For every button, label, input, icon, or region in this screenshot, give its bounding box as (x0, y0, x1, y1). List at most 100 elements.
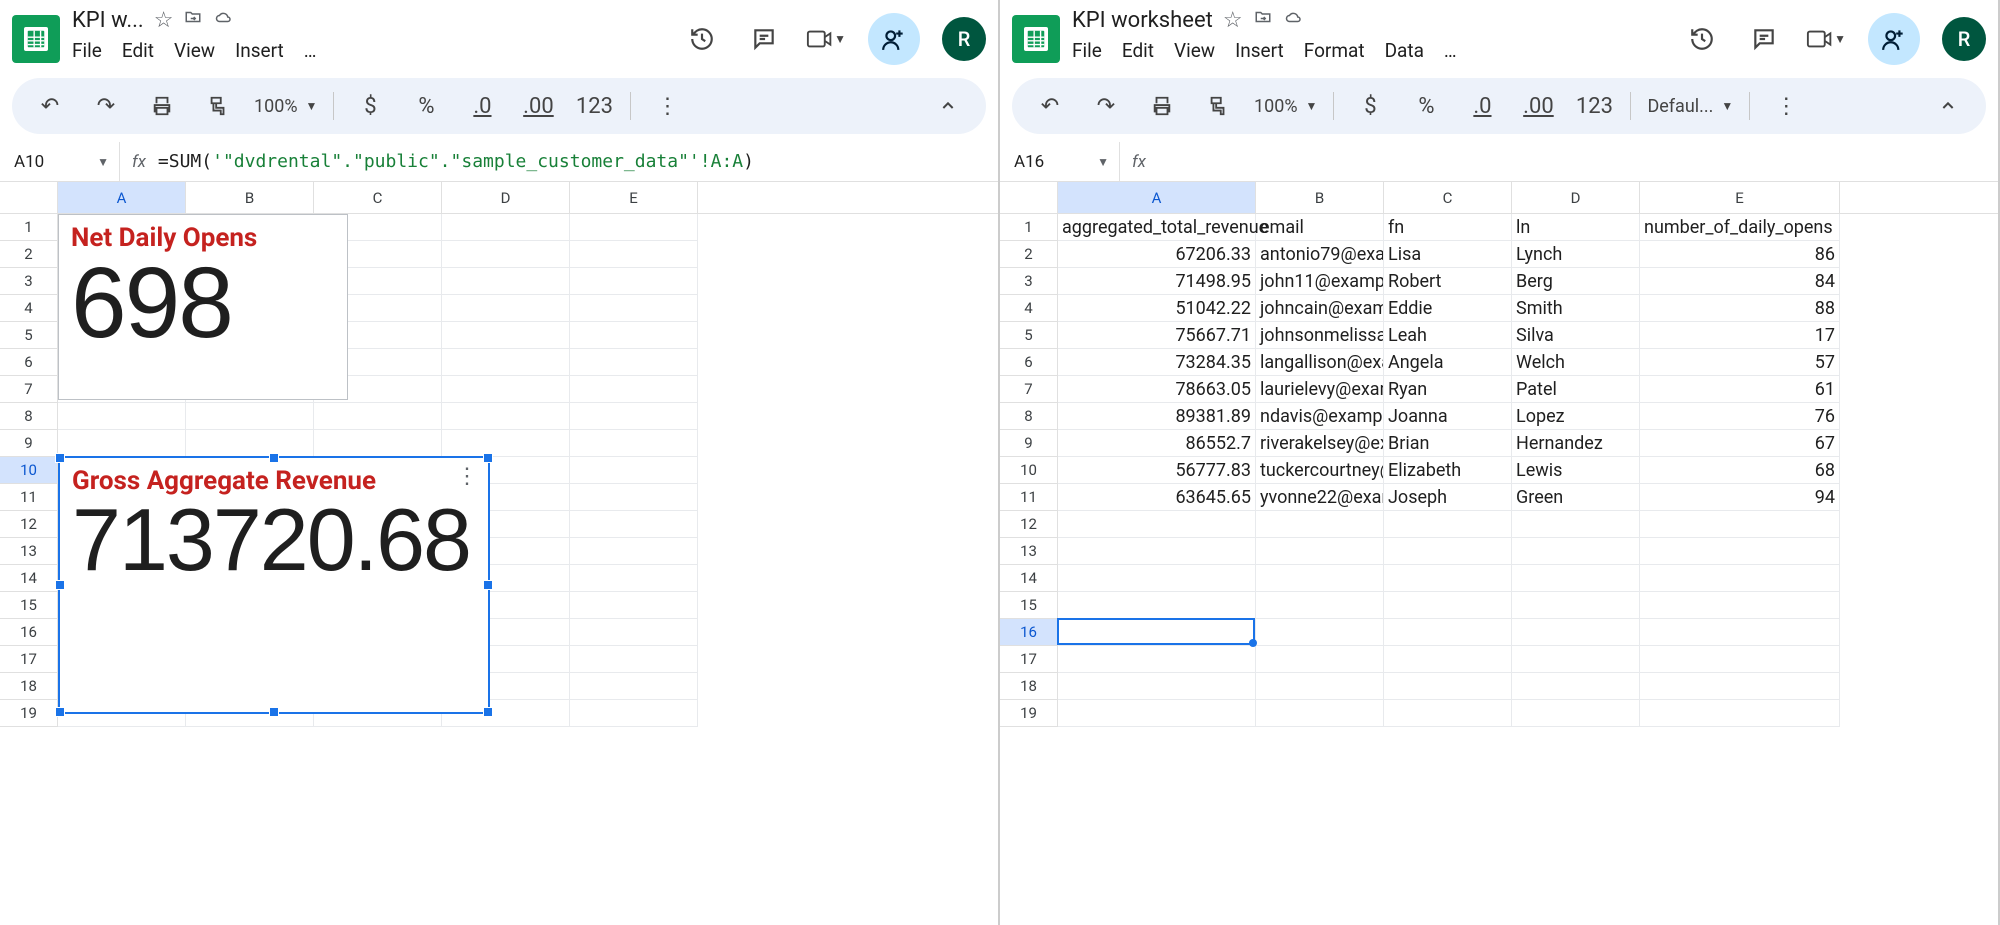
redo-icon[interactable]: ↷ (1086, 86, 1126, 126)
cell[interactable] (442, 214, 570, 241)
cell[interactable] (1256, 619, 1384, 646)
cell[interactable] (1256, 592, 1384, 619)
cell[interactable]: 56777.83 (1058, 457, 1256, 484)
cell[interactable]: aggregated_total_revenue (1058, 214, 1256, 241)
cell[interactable] (1640, 646, 1840, 673)
cell[interactable]: 68 (1640, 457, 1840, 484)
cell[interactable] (1058, 511, 1256, 538)
percent-icon[interactable]: % (1406, 86, 1446, 126)
resize-handle[interactable] (55, 453, 65, 463)
more-formats-icon[interactable]: 123 (1574, 86, 1614, 126)
cell[interactable] (570, 484, 698, 511)
currency-icon[interactable]: $ (1350, 86, 1390, 126)
menu-more[interactable]: … (304, 39, 317, 62)
row-header[interactable]: 7 (0, 376, 58, 403)
cell[interactable]: 86552.7 (1058, 430, 1256, 457)
print-icon[interactable] (1142, 86, 1182, 126)
move-icon[interactable] (183, 8, 203, 33)
cell[interactable]: 89381.89 (1058, 403, 1256, 430)
cell[interactable]: email (1256, 214, 1384, 241)
cell[interactable]: Lynch (1512, 241, 1640, 268)
cell[interactable]: Lisa (1384, 241, 1512, 268)
cell[interactable] (1058, 592, 1256, 619)
resize-handle[interactable] (269, 707, 279, 717)
cell[interactable]: Eddie (1384, 295, 1512, 322)
cell[interactable] (314, 403, 442, 430)
row-header[interactable]: 16 (0, 619, 58, 646)
menu-data[interactable]: Data (1385, 39, 1424, 62)
cell[interactable] (570, 619, 698, 646)
share-button[interactable] (868, 13, 920, 65)
row-header[interactable]: 19 (0, 700, 58, 727)
cell[interactable]: 63645.65 (1058, 484, 1256, 511)
history-icon[interactable] (1682, 19, 1722, 59)
collapse-toolbar-icon[interactable] (928, 86, 968, 126)
row-header[interactable]: 2 (0, 241, 58, 268)
resize-handle[interactable] (55, 707, 65, 717)
cell[interactable]: johnsonmelissa@ (1256, 322, 1384, 349)
cell[interactable]: Joseph (1384, 484, 1512, 511)
cell[interactable] (1256, 673, 1384, 700)
row-header[interactable]: 11 (1000, 484, 1058, 511)
cell[interactable] (570, 376, 698, 403)
cell[interactable] (442, 430, 570, 457)
undo-icon[interactable]: ↶ (1030, 86, 1070, 126)
column-header[interactable]: B (186, 182, 314, 213)
cell[interactable] (442, 349, 570, 376)
cell[interactable] (570, 538, 698, 565)
cell[interactable] (570, 403, 698, 430)
cell[interactable] (442, 268, 570, 295)
cell[interactable]: Elizabeth (1384, 457, 1512, 484)
cell[interactable] (1384, 565, 1512, 592)
cloud-icon[interactable] (1283, 8, 1305, 33)
column-header[interactable]: E (570, 182, 698, 213)
cell[interactable] (570, 592, 698, 619)
account-avatar[interactable]: R (1942, 17, 1986, 61)
cell[interactable]: ln (1512, 214, 1640, 241)
resize-handle[interactable] (483, 580, 493, 590)
cell[interactable] (1256, 646, 1384, 673)
cell[interactable] (1058, 619, 1256, 646)
cell[interactable] (1256, 511, 1384, 538)
cell[interactable] (58, 430, 186, 457)
decrease-decimal-icon[interactable]: .0 (462, 86, 502, 126)
row-header[interactable]: 19 (1000, 700, 1058, 727)
cell[interactable] (442, 241, 570, 268)
cell[interactable] (1512, 673, 1640, 700)
row-header[interactable]: 7 (1000, 376, 1058, 403)
menu-edit[interactable]: Edit (1122, 39, 1154, 62)
cell[interactable]: 61 (1640, 376, 1840, 403)
star-icon[interactable]: ☆ (1223, 8, 1243, 33)
row-header[interactable]: 14 (1000, 565, 1058, 592)
menu-insert[interactable]: Insert (235, 39, 284, 62)
column-header[interactable]: C (1384, 182, 1512, 213)
cell[interactable] (1640, 565, 1840, 592)
cell[interactable] (1640, 592, 1840, 619)
row-header[interactable]: 6 (0, 349, 58, 376)
comment-icon[interactable] (744, 19, 784, 59)
select-all-corner[interactable] (0, 182, 58, 213)
row-header[interactable]: 13 (0, 538, 58, 565)
cell[interactable] (1512, 700, 1640, 727)
scorecard-menu-icon[interactable]: ⋮ (456, 464, 478, 489)
zoom-dropdown[interactable]: 100%▼ (254, 96, 317, 117)
cell[interactable]: 75667.71 (1058, 322, 1256, 349)
cell[interactable] (570, 295, 698, 322)
cell[interactable] (1640, 700, 1840, 727)
cell[interactable] (1640, 511, 1840, 538)
star-icon[interactable]: ☆ (154, 8, 174, 33)
resize-handle[interactable] (483, 453, 493, 463)
cell[interactable]: langallison@exa (1256, 349, 1384, 376)
cell[interactable] (1512, 565, 1640, 592)
cell[interactable] (570, 430, 698, 457)
column-header[interactable]: A (1058, 182, 1256, 213)
cell[interactable]: 84 (1640, 268, 1840, 295)
formula-bar[interactable]: =SUM('"dvdrental"."public"."sample_custo… (158, 151, 998, 172)
cell[interactable] (1384, 511, 1512, 538)
increase-decimal-icon[interactable]: .00 (518, 86, 558, 126)
cell[interactable]: Joanna (1384, 403, 1512, 430)
cell[interactable]: Lopez (1512, 403, 1640, 430)
cell[interactable]: antonio79@exam (1256, 241, 1384, 268)
row-header[interactable]: 1 (1000, 214, 1058, 241)
cell[interactable]: Green (1512, 484, 1640, 511)
